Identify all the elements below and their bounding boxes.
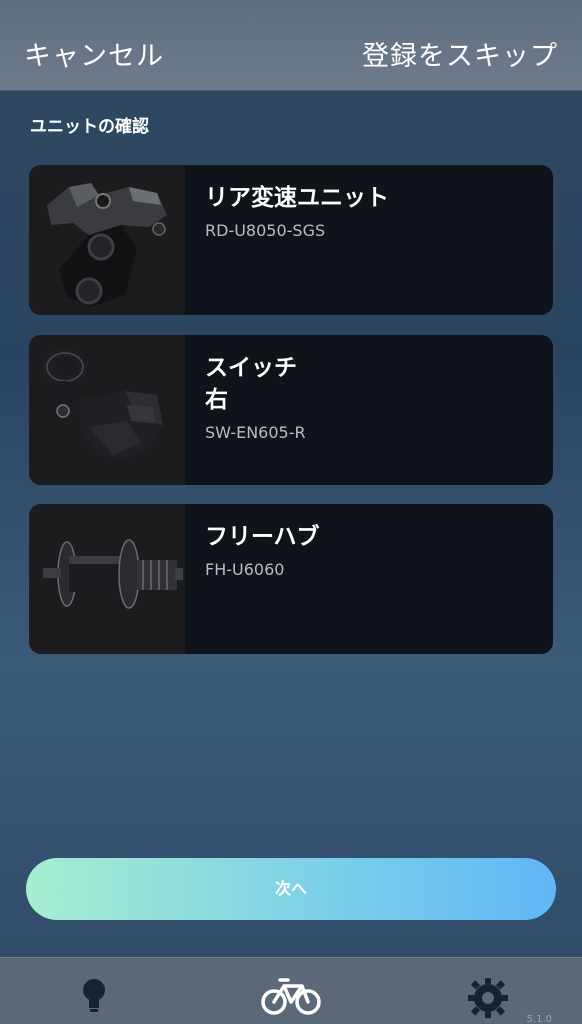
unit-card-rear-derailleur[interactable]: リア変速ユニット RD-U8050-SGS (29, 165, 553, 315)
tab-settings[interactable] (458, 958, 518, 1024)
top-bar: キャンセル 登録をスキップ (0, 0, 582, 91)
unit-name: スイッチ 右 (205, 355, 297, 413)
shift-switch-image (29, 335, 185, 485)
tab-tips[interactable] (64, 958, 124, 1024)
next-button[interactable]: 次へ (26, 858, 556, 920)
lightbulb-icon (64, 979, 124, 1024)
skip-registration-button[interactable]: 登録をスキップ (362, 34, 558, 73)
tab-bike[interactable] (256, 958, 326, 1024)
unit-model: SW-EN605-R (205, 423, 306, 442)
rear-derailleur-image (29, 165, 185, 315)
cancel-button[interactable]: キャンセル (24, 34, 164, 73)
section-title: ユニットの確認 (30, 117, 149, 137)
unit-card-freehub[interactable]: フリーハブ FH-U6060 (29, 504, 553, 654)
gear-icon (458, 978, 518, 1024)
unit-model: FH-U6060 (205, 560, 285, 579)
unit-card-switch[interactable]: スイッチ 右 SW-EN605-R (29, 335, 553, 485)
freehub-image (29, 504, 185, 654)
unit-model: RD-U8050-SGS (205, 221, 326, 240)
unit-name: リア変速ユニット (205, 185, 389, 211)
bicycle-icon (256, 978, 326, 1024)
bottom-tab-bar: 5.1.0 (0, 957, 582, 1024)
app-version: 5.1.0 (526, 1014, 552, 1024)
unit-name: フリーハブ (205, 524, 320, 550)
